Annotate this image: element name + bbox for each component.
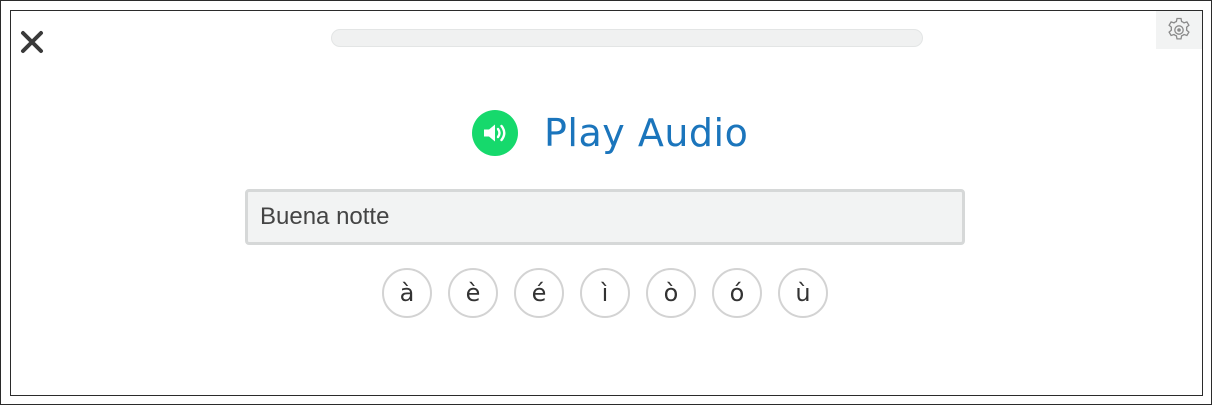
accent-key[interactable]: ì	[580, 268, 630, 318]
play-audio-label: Play Audio	[544, 111, 749, 155]
accent-key[interactable]: é	[514, 268, 564, 318]
gear-icon	[1168, 17, 1190, 40]
lesson-panel: Play Audio àèéìòóù	[10, 10, 1203, 396]
close-icon	[21, 31, 43, 53]
accent-key[interactable]: è	[448, 268, 498, 318]
play-audio-button[interactable]: Play Audio	[472, 107, 748, 159]
close-button[interactable]	[19, 29, 45, 55]
accent-key[interactable]: ò	[646, 268, 696, 318]
accent-key[interactable]: à	[382, 268, 432, 318]
speaker-button-circle	[472, 110, 518, 156]
answer-input[interactable]	[245, 189, 965, 245]
accent-key[interactable]: ó	[712, 268, 762, 318]
accent-key[interactable]: ù	[778, 268, 828, 318]
lesson-progress-bar	[331, 29, 923, 47]
lesson-window: Play Audio àèéìòóù	[0, 0, 1212, 405]
speaker-icon	[484, 124, 506, 142]
accent-keyboard: àèéìòóù	[382, 268, 828, 318]
settings-button[interactable]	[1156, 11, 1202, 49]
